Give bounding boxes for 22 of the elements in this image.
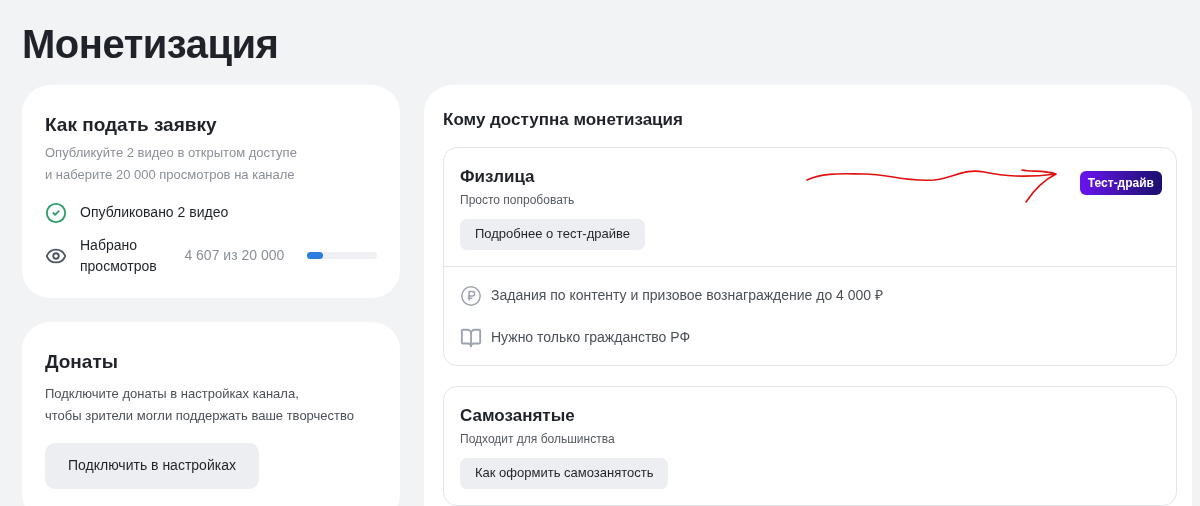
feature-text: Задания по контенту и призовое вознаграждение до 4 000 ₽ <box>491 286 884 305</box>
page-title: Монетизация <box>22 21 280 68</box>
details-button[interactable]: Как оформить самозанятость <box>460 457 669 489</box>
ruble-icon <box>460 284 482 307</box>
connect-button[interactable]: Подключить в настройках <box>45 442 259 489</box>
card-title: Донаты <box>45 350 119 374</box>
progress-reading: 4 607 из 20 000 <box>184 246 285 265</box>
option-title: Самозанятые <box>460 404 575 427</box>
book-icon <box>460 326 482 349</box>
card-description: Опубликуйте 2 видео в открытом доступе и наберите 20 000 просмотров на канале <box>45 143 298 184</box>
details-button[interactable]: Подробнее о тест-драйве <box>460 218 645 250</box>
feature-text: Нужно только гражданство РФ <box>491 328 691 347</box>
requirement-label: Набрано просмотров <box>80 235 158 276</box>
option-title: Физлица <box>460 165 535 188</box>
requirement-label: Опубликовано 2 видео <box>80 203 229 222</box>
card-title: Как подать заявку <box>45 113 218 137</box>
panel-title: Кому доступна монетизация <box>443 109 684 131</box>
card-description: Подключите донаты в настройках канала, чтобы зрители могли поддержать ваше творчество <box>45 384 355 425</box>
option-subtitle: Подходит для большинства <box>460 430 615 448</box>
test-drive-badge: Тест-драйв <box>1079 170 1162 195</box>
option-subtitle: Просто попробовать <box>460 191 575 209</box>
check-circle-icon <box>45 201 67 224</box>
